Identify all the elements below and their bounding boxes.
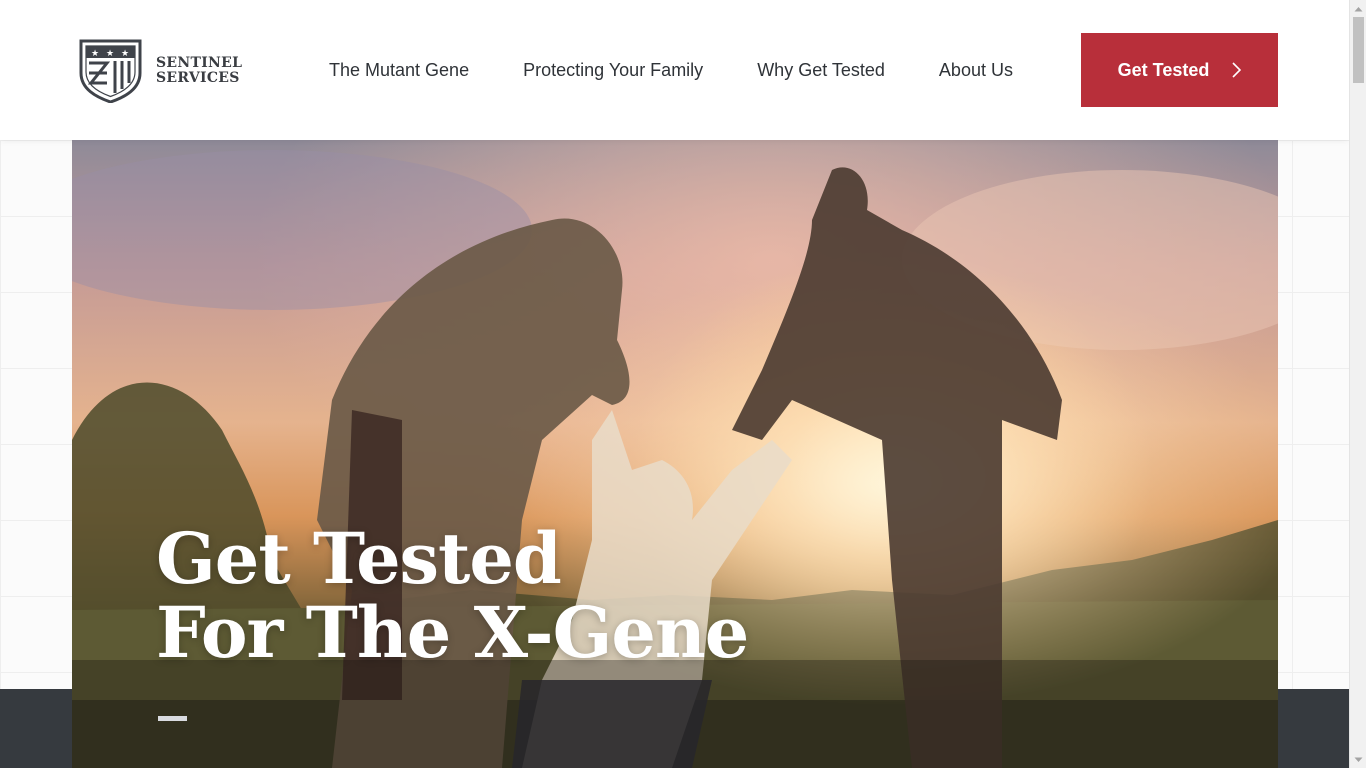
nav-item-about-us[interactable]: About Us [939,60,1013,81]
brand-name-line2: SERVICES [156,70,240,86]
main-nav: The Mutant Gene Protecting Your Family W… [329,0,1013,140]
hero-divider [158,716,187,721]
scroll-up-arrow-icon[interactable] [1350,0,1366,17]
site-header: ★ ★ ★ SENTINEL SERVICES The Mutant Gene … [0,0,1349,140]
scroll-down-arrow-icon[interactable] [1350,751,1366,768]
svg-text:★: ★ [91,49,99,59]
nav-item-mutant-gene[interactable]: The Mutant Gene [329,60,469,81]
hero-title-line1: Get Tested [156,517,562,600]
brand-logo[interactable]: ★ ★ ★ SENTINEL SERVICES [77,38,257,104]
chevron-right-icon [1232,62,1242,78]
nav-item-protecting-family[interactable]: Protecting Your Family [523,60,703,81]
nav-item-why-get-tested[interactable]: Why Get Tested [757,60,885,81]
scrollbar-thumb[interactable] [1353,17,1364,83]
hero-title: Get Tested For The X-Gene [156,517,749,674]
svg-text:★: ★ [106,49,114,59]
brand-name: SENTINEL SERVICES [156,56,242,86]
shield-logo-icon: ★ ★ ★ [79,39,142,103]
brand-name-line1: SENTINEL [156,55,243,71]
get-tested-button-label: Get Tested [1117,59,1210,80]
get-tested-button[interactable]: Get Tested [1081,33,1278,107]
hero-title-line2: For The X-Gene [156,591,749,674]
svg-text:★: ★ [121,49,129,59]
vertical-scrollbar[interactable] [1349,0,1366,768]
hero-banner: Get Tested For The X-Gene [72,140,1278,768]
